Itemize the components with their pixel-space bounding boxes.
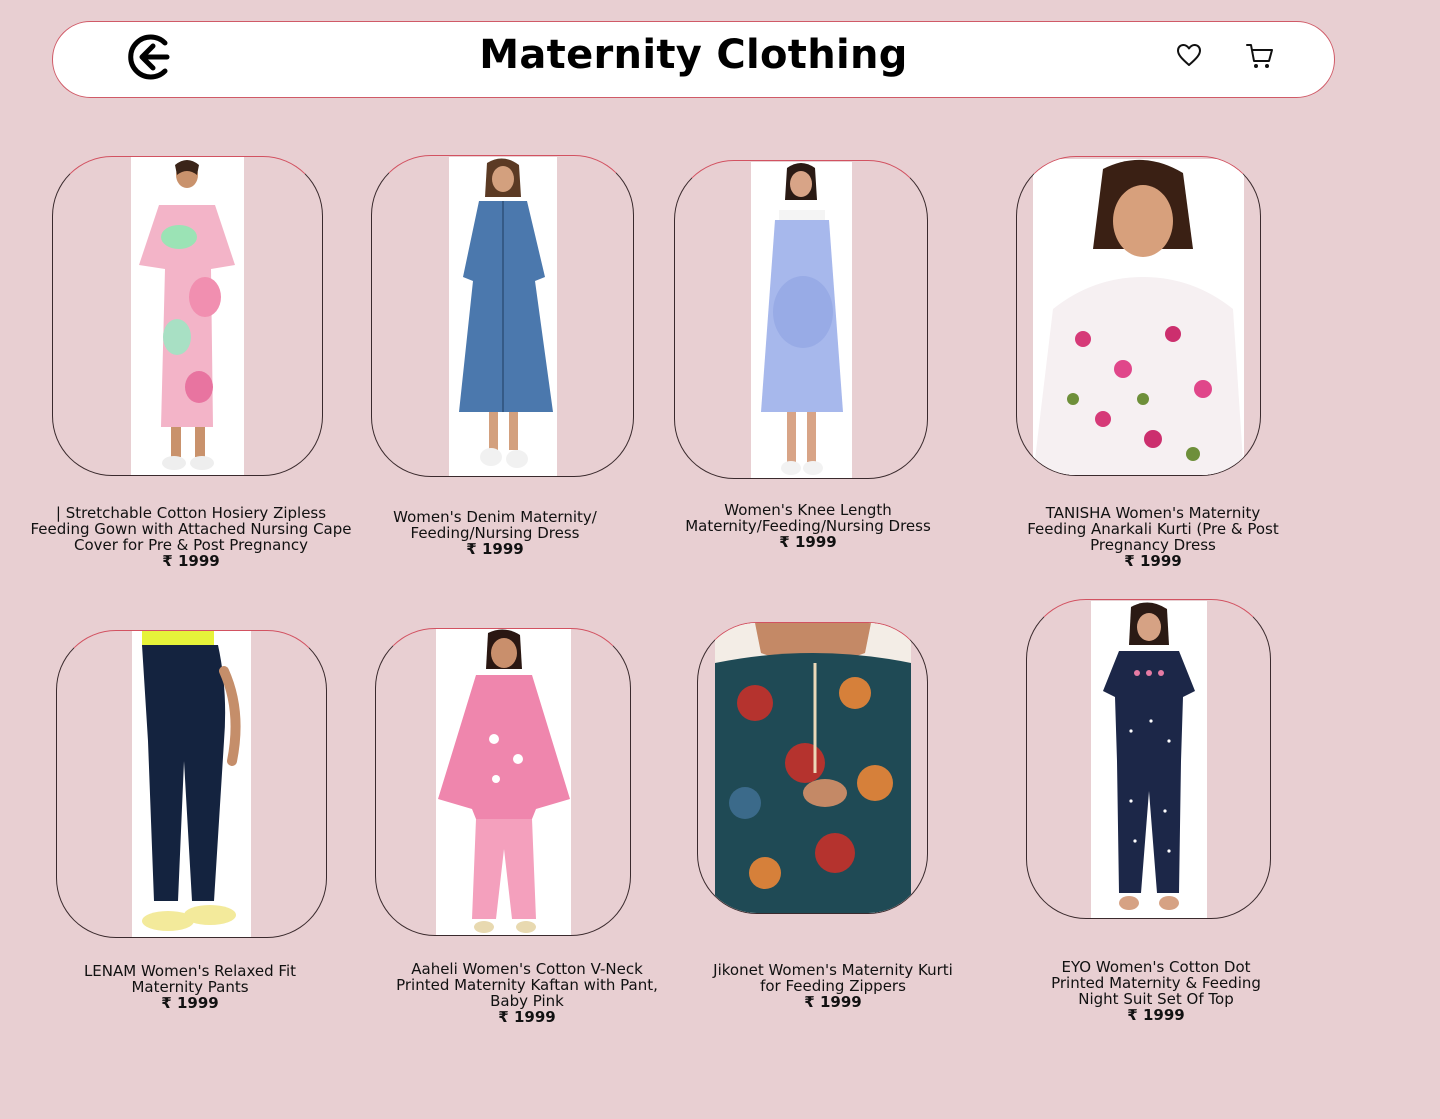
product-card[interactable] <box>1026 599 1271 919</box>
product-info: Women's Knee Length Maternity/Feeding/Nu… <box>662 502 954 550</box>
product-info: | Stretchable Cotton Hosiery Zipless Fee… <box>30 505 352 569</box>
product-card[interactable] <box>371 155 634 477</box>
product-info: Women's Denim Maternity/ Feeding/Nursing… <box>348 509 642 557</box>
product-card[interactable] <box>375 628 631 936</box>
product-price: ₹ 1999 <box>162 552 220 570</box>
product-card[interactable] <box>52 156 323 476</box>
product-info: LENAM Women's Relaxed Fit Maternity Pant… <box>58 963 322 1011</box>
product-price: ₹ 1999 <box>498 1008 556 1026</box>
product-name[interactable]: TANISHA Women's Maternity Feeding Anarka… <box>1019 505 1287 553</box>
product-name[interactable]: Jikonet Women's Maternity Kurti for Feed… <box>711 962 955 994</box>
product-card[interactable] <box>697 622 928 914</box>
product-image <box>1091 601 1207 918</box>
arrow-left-circle-icon <box>128 34 170 80</box>
product-image <box>436 629 571 935</box>
product-price: ₹ 1999 <box>779 533 837 551</box>
product-card[interactable] <box>56 630 327 938</box>
cart-icon <box>1246 44 1273 68</box>
product-name[interactable]: | Stretchable Cotton Hosiery Zipless Fee… <box>30 505 352 553</box>
product-name[interactable]: Aaheli Women's Cotton V-Neck Printed Mat… <box>388 961 666 1009</box>
product-price: ₹ 1999 <box>804 993 862 1011</box>
product-price: ₹ 1999 <box>1124 552 1182 570</box>
product-price: ₹ 1999 <box>161 994 219 1012</box>
product-info: EYO Women's Cotton Dot Printed Maternity… <box>1036 959 1276 1023</box>
product-image <box>131 157 244 475</box>
heart-icon <box>1177 44 1201 66</box>
header-bar: Maternity Clothing <box>52 21 1335 98</box>
product-name[interactable]: LENAM Women's Relaxed Fit Maternity Pant… <box>58 963 322 995</box>
cart-button[interactable] <box>1244 40 1276 72</box>
product-info: Jikonet Women's Maternity Kurti for Feed… <box>711 962 955 1010</box>
product-card[interactable] <box>674 160 928 479</box>
product-name[interactable]: EYO Women's Cotton Dot Printed Maternity… <box>1036 959 1276 1007</box>
product-info: TANISHA Women's Maternity Feeding Anarka… <box>1019 505 1287 569</box>
wishlist-button[interactable] <box>1175 41 1203 69</box>
product-image <box>449 157 557 476</box>
back-button[interactable] <box>125 31 177 83</box>
product-image <box>751 162 852 478</box>
product-price: ₹ 1999 <box>466 540 524 558</box>
product-image <box>715 623 911 913</box>
product-image <box>132 631 251 937</box>
product-price: ₹ 1999 <box>1127 1006 1185 1024</box>
product-card[interactable] <box>1016 156 1261 476</box>
product-image <box>1033 159 1244 475</box>
product-name[interactable]: Women's Knee Length Maternity/Feeding/Nu… <box>662 502 954 534</box>
page-title: Maternity Clothing <box>479 32 908 78</box>
product-name[interactable]: Women's Denim Maternity/ Feeding/Nursing… <box>348 509 642 541</box>
product-info: Aaheli Women's Cotton V-Neck Printed Mat… <box>388 961 666 1025</box>
